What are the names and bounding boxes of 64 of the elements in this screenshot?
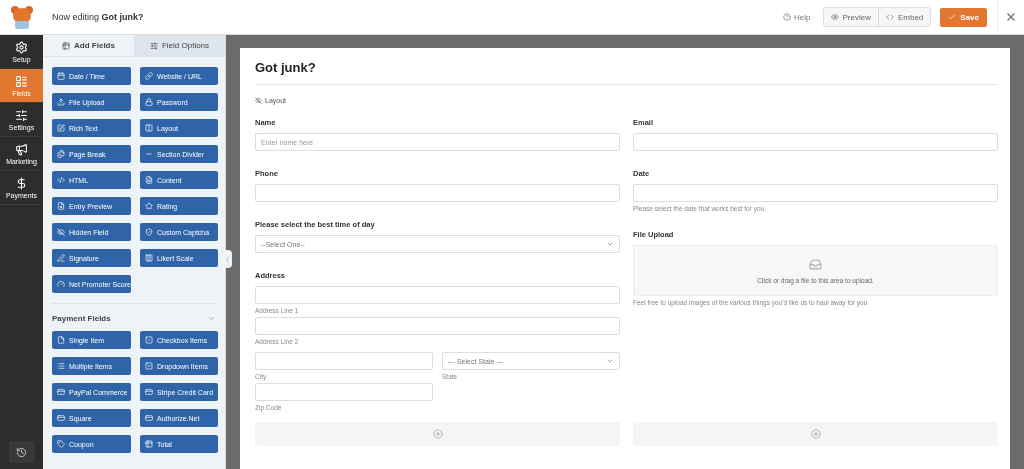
save-button[interactable]: Save [940, 7, 987, 27]
card-icon [145, 414, 153, 422]
upload-icon [57, 98, 65, 106]
add-field-area[interactable] [255, 422, 620, 446]
columns-icon [145, 124, 153, 132]
pages-icon [57, 150, 65, 158]
sliders-icon [149, 41, 158, 50]
calendar-icon [57, 72, 65, 80]
chevron-icon[interactable] [207, 314, 216, 323]
eye-off-icon [255, 97, 262, 104]
star-icon [145, 202, 153, 210]
editing-title: Now editing Got junk? [52, 12, 145, 22]
text-field[interactable] [255, 383, 433, 401]
text-field[interactable] [633, 184, 998, 202]
panel-tab[interactable]: Field Options [134, 35, 225, 57]
close-icon [1005, 11, 1017, 23]
card-icon [57, 414, 65, 422]
dollar-icon [15, 176, 28, 190]
code-icon [885, 13, 894, 21]
megaphone-icon [15, 142, 28, 156]
history-button[interactable] [8, 441, 35, 463]
text-field[interactable] [255, 184, 620, 202]
text-field[interactable] [255, 286, 620, 304]
minus-icon [145, 150, 153, 158]
add-field-area[interactable] [633, 422, 998, 446]
chevron-icon [606, 357, 614, 365]
document-icon [145, 176, 153, 184]
list-icon [57, 362, 65, 370]
help-link[interactable]: Help [783, 12, 811, 22]
file-icon [57, 336, 65, 344]
dropdown-icon [145, 362, 153, 370]
help-icon [783, 13, 792, 21]
logo-icon [8, 5, 35, 29]
text-field[interactable] [255, 317, 620, 335]
preview-icon [57, 202, 65, 210]
tag-icon [57, 440, 65, 448]
shield-icon [145, 228, 153, 236]
eye-off-icon [57, 228, 65, 236]
collapse-handle[interactable] [223, 250, 232, 268]
gauge-icon [57, 280, 65, 288]
chevron-icon [606, 240, 614, 248]
eye-icon [830, 13, 839, 21]
text-field[interactable] [633, 133, 998, 151]
section-title: Payment Fields [52, 314, 111, 323]
history-icon [16, 446, 27, 458]
link-icon [145, 72, 153, 80]
inbox-icon [809, 257, 822, 271]
layout-icon [15, 74, 28, 88]
edit-icon [57, 124, 65, 132]
plus-icon [810, 429, 821, 439]
plus-icon [432, 429, 443, 439]
form-title: Got junk? [255, 60, 998, 85]
code-icon [57, 176, 65, 184]
card-icon [57, 388, 65, 396]
pen-icon [57, 254, 65, 262]
check-icon [948, 13, 957, 21]
embed-button[interactable]: Embed [877, 8, 931, 26]
text-field[interactable] [255, 352, 433, 370]
card-icon [145, 388, 153, 396]
sliders-icon [15, 108, 28, 122]
lock-icon [145, 98, 153, 106]
gear-icon [15, 40, 28, 54]
preview-button[interactable]: Preview [823, 8, 878, 26]
checkbox-icon [145, 336, 153, 344]
